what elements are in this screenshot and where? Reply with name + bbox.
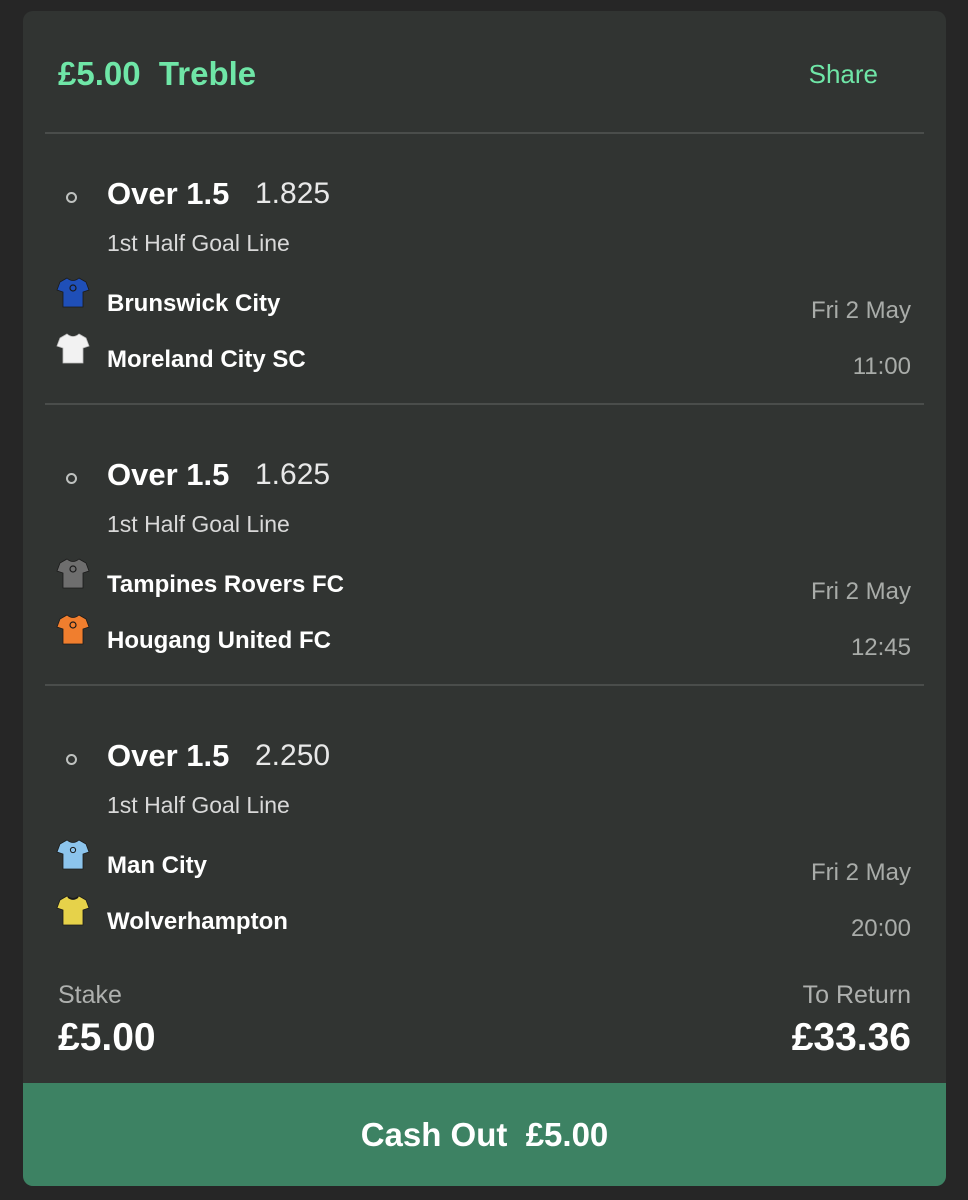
selection-market-type: 1st Half Goal Line: [107, 511, 290, 537]
event-time: 20:00: [850, 915, 911, 942]
away-team-name: Hougang United FC: [107, 627, 331, 654]
bet-title: £5.00 Treble: [58, 55, 257, 92]
cash-out-button[interactable]: Cash Out £5.00: [23, 1083, 946, 1186]
away-team-name: Moreland City SC: [107, 346, 306, 373]
home-team-name: Brunswick City: [107, 290, 281, 317]
selection-status-icon: [66, 473, 77, 484]
stake-label: Stake: [58, 981, 122, 1009]
selection-odds: 2.250: [255, 739, 331, 772]
selection-status-icon: [66, 192, 77, 203]
share-button[interactable]: Share: [809, 59, 878, 90]
event-date: Fri 2 May: [810, 859, 911, 886]
selection-odds: 1.625: [255, 458, 331, 491]
selection-market-type: 1st Half Goal Line: [107, 230, 290, 256]
home-team-name: Tampines Rovers FC: [107, 571, 344, 598]
home-team-name: Man City: [107, 852, 208, 879]
selection-3: Over 1.5 2.250 1st Half Goal Line Man Ci…: [23, 720, 946, 990]
event-time: 12:45: [850, 634, 911, 661]
event-date: Fri 2 May: [810, 297, 911, 324]
bet-card: £5.00 Treble Share Over 1.5 1.825 1st Ha…: [23, 11, 946, 1186]
away-kit-icon: [56, 614, 90, 645]
selection-1: Over 1.5 1.825 1st Half Goal Line Brunsw…: [23, 158, 946, 428]
event-date: Fri 2 May: [810, 578, 911, 605]
selection-odds: 1.825: [255, 177, 331, 210]
selection-market: Over 1.5: [107, 457, 230, 492]
away-kit-icon: [56, 333, 90, 364]
selection-status-icon: [66, 754, 77, 765]
divider: [45, 132, 924, 134]
stake-value: £5.00: [58, 1016, 156, 1059]
return-value: £33.36: [791, 1016, 911, 1059]
divider: [45, 684, 924, 686]
home-kit-icon: [56, 839, 90, 870]
home-kit-icon: [56, 277, 90, 308]
selection-market: Over 1.5: [107, 738, 230, 773]
cash-out-label: Cash Out £5.00: [360, 1115, 609, 1153]
return-label: To Return: [802, 981, 911, 1009]
away-team-name: Wolverhampton: [107, 908, 288, 935]
home-kit-icon: [56, 558, 90, 589]
selection-2: Over 1.5 1.625 1st Half Goal Line Tampin…: [23, 439, 946, 709]
selection-market-type: 1st Half Goal Line: [107, 792, 290, 818]
bet-header: £5.00 Treble Share: [23, 11, 946, 133]
event-time: 11:00: [852, 353, 911, 380]
selection-market: Over 1.5: [107, 176, 230, 211]
away-kit-icon: [56, 895, 90, 926]
divider: [45, 403, 924, 405]
